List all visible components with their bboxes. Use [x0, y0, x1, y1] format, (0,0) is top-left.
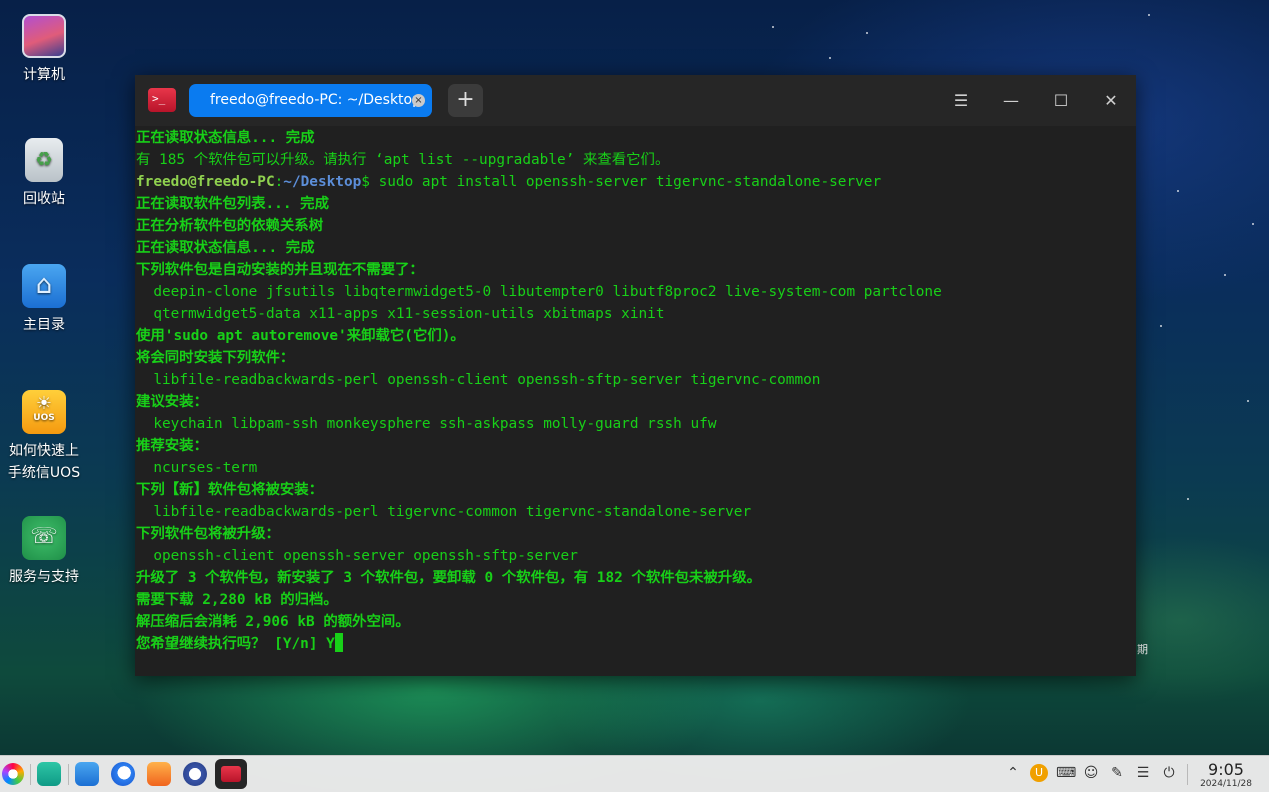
terminal-line: openssh-client openssh-server openssh-sf…: [136, 548, 578, 564]
taskbar-divider: [30, 764, 31, 785]
desktop-icon-home[interactable]: 主目录: [0, 264, 88, 334]
terminal-input-line[interactable]: 您希望继续执行吗？ [Y/n] Y: [136, 633, 1136, 655]
file-manager-icon[interactable]: [75, 762, 99, 786]
terminal-line: 使用'sudo apt autoremove'来卸载它(它们)。: [136, 328, 465, 344]
terminal-line: 将会同时安装下列软件：: [136, 350, 295, 366]
user-icon[interactable]: ☺: [1082, 764, 1100, 782]
prompt-user: freedo@freedo-PC: [136, 174, 275, 190]
uos-guide-icon: [22, 390, 66, 434]
terminal-line: 正在分析软件包的依赖关系树: [136, 218, 324, 234]
terminal-line: qtermwidget5-data x11-apps x11-session-u…: [136, 306, 665, 322]
terminal-line: 下列软件包是自动安装的并且现在不需要了：: [136, 262, 424, 278]
terminal-line: deepin-clone jfsutils libqtermwidget5-0 …: [136, 284, 942, 300]
settings-icon[interactable]: [183, 762, 207, 786]
terminal-prompt-line: freedo@freedo-PC:~/Desktop$ sudo apt ins…: [136, 171, 1136, 193]
terminal-line: 升级了 3 个软件包，新安装了 3 个软件包，要卸载 0 个软件包，有 182 …: [136, 570, 761, 586]
terminal-line: 下列【新】软件包将被安装：: [136, 482, 324, 498]
launcher-icon[interactable]: [2, 763, 24, 785]
terminal-line: ncurses-term: [136, 460, 258, 476]
desktop-icon-label: 如何快速上: [9, 443, 79, 459]
terminal-line: libfile-readbackwards-perl tigervnc-comm…: [136, 504, 752, 520]
terminal-icon: [221, 766, 241, 782]
menu-icon[interactable]: ☰: [947, 88, 975, 114]
terminal-line: keychain libpam-ssh monkeysphere ssh-ask…: [136, 416, 717, 432]
taskbar-divider: [68, 764, 69, 785]
desktop-icon-label: 手统信UOS: [7, 465, 81, 481]
taskbar-divider: [1187, 764, 1188, 785]
terminal-line: 需要下载 2,280 kB 的归档。: [136, 592, 338, 608]
terminal-tab[interactable]: freedo@freedo-PC: ~/Desktop ×: [189, 84, 432, 117]
desktop-icon-label: 计算机: [23, 67, 65, 83]
taskbar: ⌃ U ⌨ ☺ ✎ ☰ ⏻ 9:05 2024/11/28: [0, 755, 1269, 792]
home-folder-icon: [22, 264, 66, 308]
terminal-line: 下列软件包将被升级：: [136, 526, 280, 542]
desktop-icon-trash[interactable]: 回收站: [0, 138, 88, 208]
trash-icon: [25, 138, 63, 182]
close-tab-icon[interactable]: ×: [412, 94, 425, 107]
support-headset-icon: [22, 516, 66, 560]
tab-title: freedo@freedo-PC: ~/Desktop: [210, 92, 421, 108]
confirm-prompt: 您希望继续执行吗？ [Y/n] Y: [136, 636, 335, 652]
terminal-taskbar-button[interactable]: [215, 759, 247, 789]
new-tab-button[interactable]: +: [448, 84, 483, 117]
pen-icon[interactable]: ✎: [1108, 764, 1126, 782]
desktop-icon-support[interactable]: 服务与支持: [0, 516, 88, 586]
computer-icon: [22, 14, 66, 58]
browser-icon[interactable]: [111, 762, 135, 786]
tray-expand-icon[interactable]: ⌃: [1004, 764, 1022, 782]
multitask-view-icon[interactable]: [37, 762, 61, 786]
desktop-icon-uos-guide[interactable]: 如何快速上 手统信UOS: [0, 390, 88, 484]
terminal-line: 推荐安装：: [136, 438, 208, 454]
app-store-icon[interactable]: [147, 762, 171, 786]
maximize-icon[interactable]: ☐: [1047, 88, 1075, 114]
prompt-path: ~/Desktop: [283, 174, 362, 190]
input-method-icon[interactable]: U: [1030, 764, 1048, 782]
prompt-separator: :: [274, 174, 284, 190]
minimize-icon[interactable]: —: [997, 88, 1025, 114]
desktop-icon-label: 主目录: [23, 317, 65, 333]
control-center-icon[interactable]: ☰: [1134, 764, 1152, 782]
prompt-command: sudo apt install openssh-server tigervnc…: [378, 174, 882, 190]
terminal-line: 有 185 个软件包可以升级。请执行 ‘apt list --upgradabl…: [136, 152, 670, 168]
terminal-line: 正在读取软件包列表... 完成: [136, 196, 329, 212]
close-window-icon[interactable]: ✕: [1097, 88, 1125, 114]
desktop-icon-computer[interactable]: 计算机: [0, 14, 88, 84]
terminal-line: 正在读取状态信息... 完成: [136, 240, 315, 256]
terminal-line: libfile-readbackwards-perl openssh-clien…: [136, 372, 821, 388]
desktop-icon-label: 服务与支持: [9, 569, 79, 585]
terminal-app-icon: >_: [148, 88, 176, 112]
prompt-dollar: $: [361, 174, 379, 190]
clock-time[interactable]: 9:05: [1201, 760, 1251, 779]
terminal-line: 正在读取状态信息... 完成: [136, 130, 315, 146]
terminal-titlebar[interactable]: >_ freedo@freedo-PC: ~/Desktop × + ☰ — ☐…: [135, 75, 1136, 126]
background-window-text: 期: [1137, 643, 1148, 656]
text-cursor: [334, 633, 343, 652]
terminal-line: 建议安装：: [136, 394, 208, 410]
desktop-icon-label: 回收站: [23, 191, 65, 207]
terminal-window[interactable]: >_ freedo@freedo-PC: ~/Desktop × + ☰ — ☐…: [135, 75, 1136, 676]
power-icon[interactable]: ⏻: [1160, 764, 1178, 782]
clock-date[interactable]: 2024/11/28: [1193, 779, 1259, 789]
terminal-output[interactable]: 正在读取状态信息... 完成 有 185 个软件包可以升级。请执行 ‘apt l…: [135, 126, 1136, 676]
keyboard-icon[interactable]: ⌨: [1056, 764, 1076, 782]
terminal-line: 解压缩后会消耗 2,906 kB 的额外空间。: [136, 614, 410, 630]
